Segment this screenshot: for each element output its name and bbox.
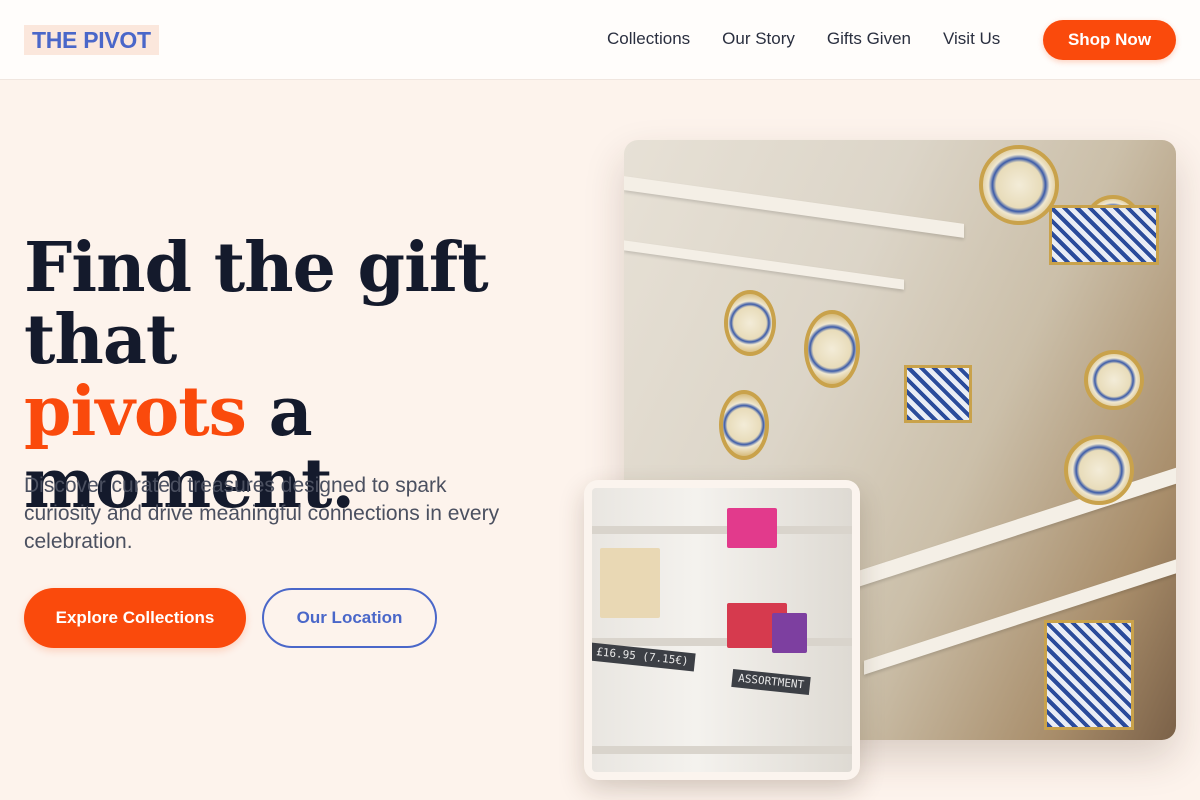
inset-image-frame: £16.95 (7.15€) ASSORTMENT xyxy=(584,480,860,780)
ceramic-tile xyxy=(1044,620,1134,730)
gift-box xyxy=(600,548,660,618)
headline-line-2-tail: a xyxy=(268,372,313,452)
inset-shelf xyxy=(592,746,852,754)
ceramic-plate xyxy=(1084,350,1144,410)
inset-image: £16.95 (7.15€) ASSORTMENT xyxy=(592,488,852,772)
top-navigation: THE PIVOT Collections Our Story Gifts Gi… xyxy=(0,0,1200,80)
inset-shelf xyxy=(592,526,852,534)
nav-link-our-story[interactable]: Our Story xyxy=(722,29,795,49)
image-shelf xyxy=(624,176,964,238)
assortment-label: ASSORTMENT xyxy=(731,668,811,696)
nav-link-visit-us[interactable]: Visit Us xyxy=(943,29,1000,49)
brand-logo[interactable]: THE PIVOT xyxy=(24,25,159,55)
inset-shelf xyxy=(592,638,852,646)
ceramic-tile xyxy=(904,365,972,423)
our-location-button[interactable]: Our Location xyxy=(262,588,437,648)
gift-box xyxy=(727,508,777,548)
nav-link-gifts-given[interactable]: Gifts Given xyxy=(827,29,911,49)
ceramic-plate xyxy=(719,390,769,460)
hero-subtext: Discover curated treasures designed to s… xyxy=(24,474,500,553)
ceramic-plate xyxy=(804,310,860,388)
ceramic-tile xyxy=(1049,205,1159,265)
price-label: £16.95 (7.15€) xyxy=(592,642,696,672)
explore-collections-button[interactable]: Explore Collections xyxy=(24,588,246,648)
shop-now-button[interactable]: Shop Now xyxy=(1043,20,1176,60)
ceramic-plate xyxy=(724,290,776,356)
gift-box xyxy=(772,613,807,653)
ceramic-plate xyxy=(1064,435,1134,505)
nav-links: Collections Our Story Gifts Given Visit … xyxy=(607,29,1000,49)
headline-line-1: Find the gift that xyxy=(24,228,489,380)
image-shelf xyxy=(624,240,904,290)
headline-accent-word: pivots xyxy=(24,372,247,452)
ceramic-plate xyxy=(979,145,1059,225)
nav-link-collections[interactable]: Collections xyxy=(607,29,690,49)
